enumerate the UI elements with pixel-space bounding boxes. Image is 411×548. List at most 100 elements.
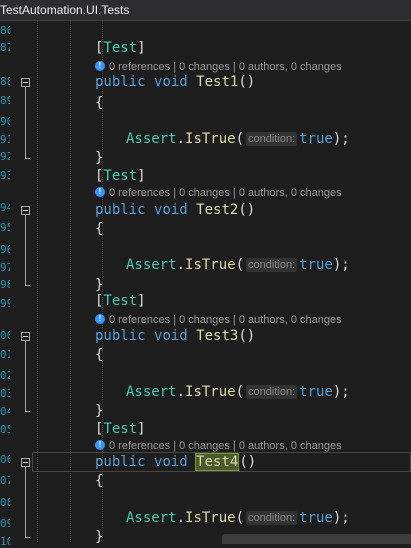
line-number: 86 xyxy=(0,24,10,37)
assert-statement: Assert.IsTrue(condition: true); xyxy=(126,128,350,150)
assert-method: IsTrue xyxy=(185,510,236,526)
line-number: 05 xyxy=(0,423,10,436)
line-number: 00 xyxy=(0,329,10,342)
collapse-toggle-icon[interactable] xyxy=(21,332,30,341)
assert-method: IsTrue xyxy=(185,131,236,147)
paren-open: ( xyxy=(235,510,245,526)
collapse-toggle-icon[interactable] xyxy=(21,458,30,467)
keyword-public: public xyxy=(95,74,146,90)
line-number: 98 xyxy=(0,278,10,291)
project-tab-title[interactable]: TestAutomation.UI.Tests xyxy=(0,2,129,18)
tooltip-popup xyxy=(222,534,411,544)
fold-end-marker xyxy=(25,411,30,412)
paren-open: ( xyxy=(235,257,245,273)
line-number: 89 xyxy=(0,94,10,107)
bracket: ] xyxy=(137,421,146,437)
assert-statement: Assert.IsTrue(condition: true); xyxy=(126,381,350,403)
keyword-void: void xyxy=(154,328,188,344)
keyword-void: void xyxy=(154,454,188,470)
info-icon: ! xyxy=(95,314,105,325)
parentheses: () xyxy=(238,328,256,344)
attribute-name: Test xyxy=(103,421,138,437)
method-name[interactable]: Test1 xyxy=(196,74,238,90)
code-editor[interactable]: 86 87 88 89 90 91 92 93 94 95 96 97 98 99 00 01 02 03 04 05… xyxy=(0,21,411,548)
fold-end-marker xyxy=(25,158,30,159)
assert-class: Assert xyxy=(126,384,177,400)
line-number: 02 xyxy=(0,369,10,382)
parameter-hint: condition: xyxy=(246,385,298,399)
keyword-true: true xyxy=(299,510,333,526)
assert-statement: Assert.IsTrue(condition: true); xyxy=(126,507,350,529)
method-name[interactable]: Test3 xyxy=(196,328,238,344)
line-number: 03 xyxy=(0,387,10,400)
fold-end-marker xyxy=(25,537,30,538)
paren-close: ); xyxy=(332,257,350,273)
fold-guide xyxy=(25,341,26,411)
assert-class: Assert xyxy=(126,257,177,273)
method-name[interactable]: Test4 xyxy=(195,453,240,471)
attribute-name: Test xyxy=(103,168,138,184)
paren-close: ); xyxy=(332,384,350,400)
test-attribute: [Test] xyxy=(95,165,146,187)
line-number: 97 xyxy=(0,261,10,274)
paren-close: ); xyxy=(332,510,350,526)
keyword-true: true xyxy=(299,384,333,400)
fold-guide xyxy=(25,467,26,537)
bracket: ] xyxy=(137,40,146,56)
method-signature: public void Test3() xyxy=(95,325,255,347)
dot: . xyxy=(176,510,186,526)
assert-class: Assert xyxy=(126,510,177,526)
line-number: 07 xyxy=(0,474,10,487)
line-number: 94 xyxy=(0,201,10,214)
attribute-name: Test xyxy=(103,293,138,309)
keyword-void: void xyxy=(154,74,188,90)
attribute-name: Test xyxy=(103,40,138,56)
codelens-text[interactable]: 0 references | 0 changes | 0 authors, 0 … xyxy=(109,187,342,199)
info-icon: ! xyxy=(95,61,105,72)
fold-guide xyxy=(25,87,26,158)
fold-end-marker xyxy=(25,285,30,286)
document-tab-bar: TestAutomation.UI.Tests xyxy=(0,0,411,21)
method-name[interactable]: Test2 xyxy=(196,202,238,218)
line-number: 08 xyxy=(0,496,10,509)
test-attribute: [Test] xyxy=(95,37,146,59)
line-number: 93 xyxy=(0,169,10,182)
method-signature: public void Test2() xyxy=(95,199,255,221)
keyword-public: public xyxy=(95,202,146,218)
assert-method: IsTrue xyxy=(185,384,236,400)
parentheses: () xyxy=(238,74,256,90)
line-number: 06 xyxy=(0,453,10,466)
line-number: 09 xyxy=(0,517,10,530)
open-brace: { xyxy=(95,473,104,489)
dot: . xyxy=(176,257,186,273)
line-number: 96 xyxy=(0,243,10,256)
line-number: 92 xyxy=(0,150,10,163)
assert-class: Assert xyxy=(126,131,177,147)
info-icon: ! xyxy=(95,440,105,451)
test-attribute: [Test] xyxy=(95,418,146,440)
info-icon: ! xyxy=(95,187,105,198)
open-brace: { xyxy=(95,95,104,111)
open-brace: { xyxy=(95,221,104,237)
line-number: 04 xyxy=(0,405,10,418)
method-signature: public void Test1() xyxy=(95,71,255,93)
test-attribute: [Test] xyxy=(95,290,146,312)
line-number: 87 xyxy=(0,41,10,54)
keyword-true: true xyxy=(299,131,333,147)
dot: . xyxy=(176,384,186,400)
paren-open: ( xyxy=(235,131,245,147)
parentheses: () xyxy=(239,454,257,470)
bracket: ] xyxy=(137,293,146,309)
parameter-hint: condition: xyxy=(246,132,298,146)
paren-open: ( xyxy=(235,384,245,400)
dot: . xyxy=(176,131,186,147)
collapse-toggle-icon[interactable] xyxy=(21,206,30,215)
codelens-info[interactable]: ! 0 references | 0 changes | 0 authors, 0… xyxy=(95,186,342,200)
collapse-toggle-icon[interactable] xyxy=(21,78,30,87)
line-number: 99 xyxy=(0,297,10,310)
line-number: 91 xyxy=(0,133,10,146)
keyword-true: true xyxy=(299,257,333,273)
line-number: 90 xyxy=(0,115,10,128)
keyword-public: public xyxy=(95,328,146,344)
method-signature: public void Test4() xyxy=(95,451,256,473)
